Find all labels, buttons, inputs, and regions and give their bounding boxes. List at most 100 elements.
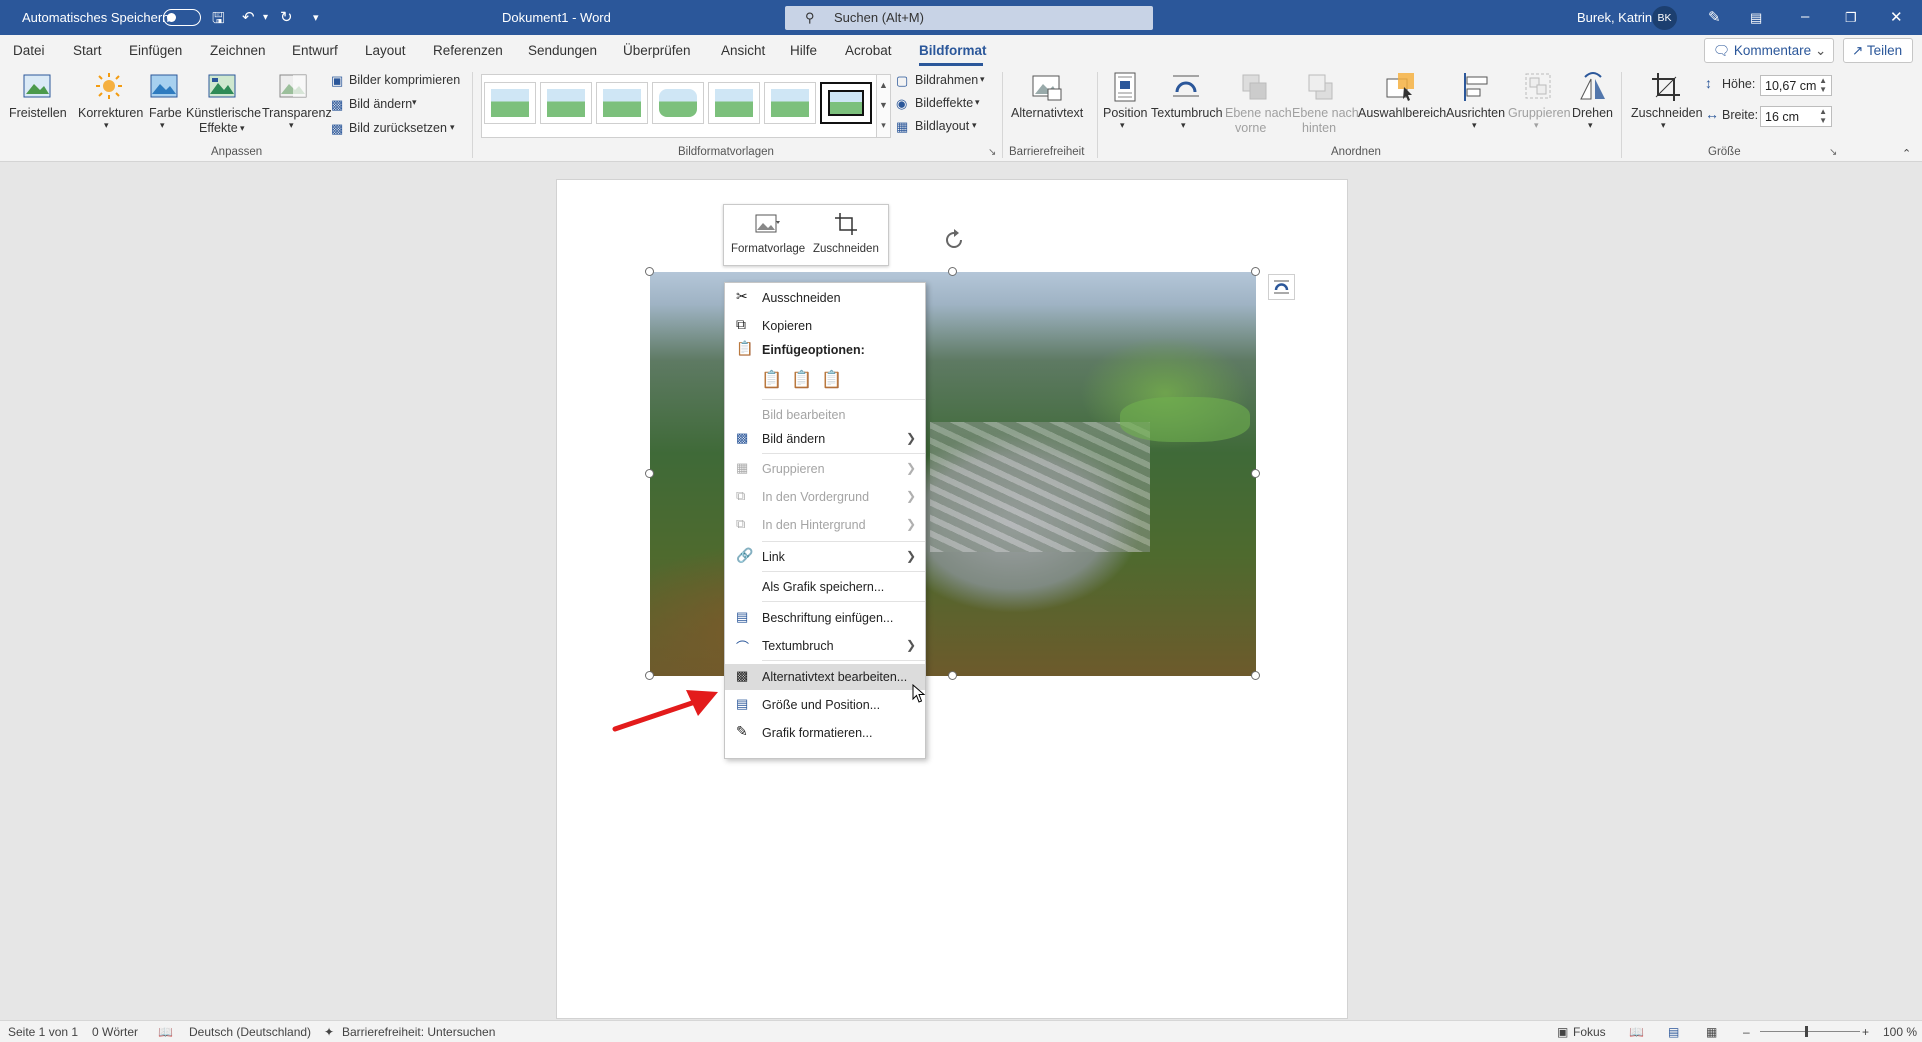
tab-hilfe[interactable]: Hilfe — [790, 43, 817, 58]
spinner-icon[interactable]: ▲ ▼ — [1819, 107, 1827, 125]
resize-handle[interactable] — [645, 469, 654, 478]
web-layout-icon[interactable]: ▦ — [1706, 1025, 1717, 1039]
avatar[interactable]: BK — [1652, 6, 1677, 30]
tab-acrobat[interactable]: Acrobat — [845, 43, 892, 58]
ebene-nach-vorne-button[interactable]: Ebene nach — [1225, 106, 1292, 120]
bildlayout-button[interactable]: Bildlayout — [915, 119, 969, 133]
rotate-handle-icon[interactable] — [942, 228, 966, 252]
resize-handle[interactable] — [948, 671, 957, 680]
zuschneiden-mini-button[interactable]: Zuschneiden — [813, 243, 879, 255]
dialog-launcher-icon[interactable]: ↘ — [988, 147, 996, 158]
picture-style-2[interactable] — [540, 82, 592, 124]
paste-text-only-icon[interactable]: 📋 — [821, 370, 851, 389]
farbe-button[interactable]: Farbe — [149, 106, 182, 120]
bild-aendern-button[interactable]: Bild ändern — [349, 97, 412, 111]
menu-item-alternativtext[interactable]: ▩ Alternativtext bearbeiten... — [725, 664, 925, 690]
ausrichten-button[interactable]: Ausrichten — [1446, 106, 1505, 120]
menu-item-beschriftung[interactable]: ▤ Beschriftung einfügen... — [725, 605, 925, 631]
picture-style-5[interactable] — [708, 82, 760, 124]
tab-bildformat[interactable]: Bildformat — [919, 43, 987, 58]
zoom-level[interactable]: 100 % — [1883, 1025, 1917, 1039]
dialog-launcher-icon[interactable]: ↘ — [1829, 147, 1837, 158]
bilder-komprimieren-button[interactable]: Bilder komprimieren — [349, 73, 460, 87]
menu-item-als-grafik-speichern[interactable]: Als Grafik speichern... — [725, 574, 925, 600]
ebene-nach-hinten-button[interactable]: Ebene nach — [1292, 106, 1359, 120]
share-button[interactable]: ↗ Teilen — [1843, 38, 1913, 63]
tab-sendungen[interactable]: Sendungen — [528, 43, 597, 58]
tab-datei[interactable]: Datei — [13, 43, 45, 58]
menu-item-gruppieren[interactable]: ▦ Gruppieren ❯ — [725, 456, 925, 482]
zuschneiden-button[interactable]: Zuschneiden — [1631, 106, 1703, 120]
menu-item-bild-aendern[interactable]: ▩ Bild ändern ❯ — [725, 426, 925, 452]
menu-item-groesse-position[interactable]: ▤ Größe und Position... — [725, 692, 925, 718]
read-mode-icon[interactable]: 📖 — [1629, 1025, 1644, 1039]
resize-handle[interactable] — [1251, 267, 1260, 276]
menu-item-hintergrund[interactable]: ⧉ In den Hintergrund ❯ — [725, 512, 925, 538]
collapse-ribbon-icon[interactable]: ⌃ — [1902, 147, 1911, 160]
bildrahmen-button[interactable]: Bildrahmen — [915, 73, 978, 87]
redo-icon[interactable]: ↻ — [280, 8, 293, 26]
picture-style-6[interactable] — [764, 82, 816, 124]
print-layout-icon[interactable]: ▤ — [1668, 1025, 1679, 1039]
ribbon-display-icon[interactable]: ▤ — [1750, 10, 1762, 26]
save-icon[interactable]: 🖫 — [212, 8, 225, 33]
resize-handle[interactable] — [1251, 671, 1260, 680]
tab-zeichnen[interactable]: Zeichnen — [210, 43, 266, 58]
menu-item-bild-bearbeiten[interactable]: Bild bearbeiten — [725, 402, 925, 428]
bild-zuruecksetzen-button[interactable]: Bild zurücksetzen — [349, 121, 447, 135]
transparenz-button[interactable]: Transparenz — [262, 106, 332, 120]
tab-entwurf[interactable]: Entwurf — [292, 43, 338, 58]
tab-referenzen[interactable]: Referenzen — [433, 43, 503, 58]
proofing-icon[interactable]: 📖 — [158, 1025, 173, 1039]
focus-icon[interactable]: ▣ — [1557, 1025, 1568, 1039]
resize-handle[interactable] — [645, 671, 654, 680]
page-count[interactable]: Seite 1 von 1 — [8, 1025, 78, 1039]
menu-item-grafik-formatieren[interactable]: ✎ Grafik formatieren... — [725, 720, 925, 746]
zoom-slider-thumb[interactable] — [1805, 1026, 1808, 1037]
resize-handle[interactable] — [948, 267, 957, 276]
height-field[interactable]: 10,67 cm ▲ ▼ — [1760, 75, 1832, 96]
zoom-in-icon[interactable]: + — [1862, 1025, 1869, 1039]
focus-label[interactable]: Fokus — [1573, 1025, 1606, 1039]
menu-item-link[interactable]: 🔗 Link ❯ — [725, 544, 925, 570]
auswahlbereich-button[interactable]: Auswahlbereich — [1358, 106, 1446, 120]
menu-item-ausschneiden[interactable]: ✂ Ausschneiden — [725, 285, 925, 311]
menu-item-vordergrund[interactable]: ⧉ In den Vordergrund ❯ — [725, 484, 925, 510]
resize-handle[interactable] — [1251, 469, 1260, 478]
alternativtext-button[interactable]: Alternativtext — [1011, 106, 1083, 120]
tab-einfuegen[interactable]: Einfügen — [129, 43, 182, 58]
layout-options-button[interactable] — [1268, 274, 1295, 300]
position-button[interactable]: Position — [1103, 106, 1147, 120]
gallery-scroll[interactable]: ▲ ▼ ▾ — [876, 74, 891, 138]
gruppieren-button[interactable]: Gruppieren — [1508, 106, 1571, 120]
search-box[interactable]: ⚲ Suchen (Alt+M) — [785, 6, 1153, 30]
drehen-button[interactable]: Drehen — [1572, 106, 1613, 120]
picture-style-4[interactable] — [652, 82, 704, 124]
tab-ansicht[interactable]: Ansicht — [721, 43, 765, 58]
undo-dropdown-icon[interactable]: ▾ — [263, 12, 268, 23]
word-count[interactable]: 0 Wörter — [92, 1025, 138, 1039]
textumbruch-button[interactable]: Textumbruch — [1151, 106, 1223, 120]
bildeffekte-button[interactable]: Bildeffekte — [915, 96, 973, 110]
accessibility-status[interactable]: Barrierefreiheit: Untersuchen — [342, 1025, 495, 1039]
paste-merge-icon[interactable]: 📋 — [791, 370, 821, 389]
picture-style-1[interactable] — [484, 82, 536, 124]
menu-item-textumbruch[interactable]: ⌒ Textumbruch ❯ — [725, 633, 925, 659]
tab-ueberpruefen[interactable]: Überprüfen — [623, 43, 691, 58]
customize-qat-icon[interactable]: ▾ — [313, 11, 319, 24]
picture-style-3[interactable] — [596, 82, 648, 124]
korrekturen-button[interactable]: Korrekturen — [78, 106, 143, 120]
autosave-toggle[interactable] — [163, 9, 201, 26]
minimize-icon[interactable]: – — [1801, 8, 1809, 25]
zoom-out-icon[interactable]: – — [1743, 1025, 1750, 1039]
comments-button[interactable]: 🗨 Kommentare ⌄ — [1704, 38, 1834, 63]
accessibility-icon[interactable]: ✦ — [324, 1025, 334, 1039]
menu-item-kopieren[interactable]: ⧉ Kopieren — [725, 313, 925, 339]
picture-style-7[interactable] — [820, 82, 872, 124]
zoom-slider[interactable] — [1760, 1031, 1860, 1032]
pen-icon[interactable]: ✎ — [1708, 8, 1721, 26]
close-icon[interactable]: ✕ — [1890, 8, 1903, 26]
tab-layout[interactable]: Layout — [365, 43, 406, 58]
undo-icon[interactable]: ↶ — [242, 8, 255, 26]
freistellen-button[interactable]: Freistellen — [9, 106, 67, 120]
